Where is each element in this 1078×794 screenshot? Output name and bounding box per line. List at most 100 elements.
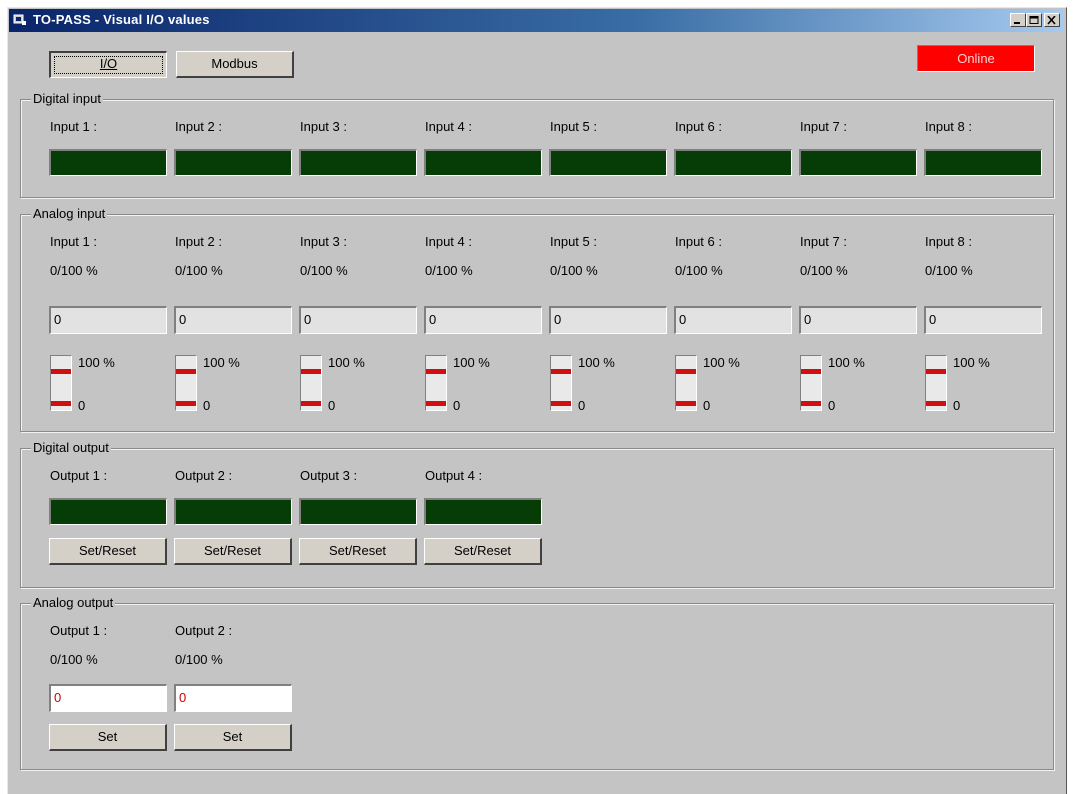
analog-input-value: 0 xyxy=(674,306,792,334)
analog-input-label: Input 3 : xyxy=(300,234,347,249)
close-button[interactable] xyxy=(1044,13,1060,27)
gauge-min-label: 0 xyxy=(953,398,961,413)
window-title: TO-PASS - Visual I/O values xyxy=(33,12,210,27)
analog-output-range: 0/100 % xyxy=(50,652,98,667)
digital-input-label: Input 8 : xyxy=(925,119,972,134)
gauge-max-marker xyxy=(51,369,71,374)
digital-input-label: Input 6 : xyxy=(675,119,722,134)
maximize-icon xyxy=(1029,16,1039,24)
analog-input-range: 0/100 % xyxy=(175,263,223,278)
analog-input-value: 0 xyxy=(549,306,667,334)
gauge-max-marker xyxy=(176,369,196,374)
analog-output-label: Output 1 : xyxy=(50,623,108,638)
gauge-min-marker xyxy=(801,401,821,406)
digital-output-label: Output 2 : xyxy=(175,468,233,483)
gauge-max-label: 100 % xyxy=(828,355,865,370)
gauge-max-marker xyxy=(426,369,446,374)
analog-input-range: 0/100 % xyxy=(675,263,723,278)
analog-input-label: Input 2 : xyxy=(175,234,222,249)
digital-input-label: Input 5 : xyxy=(550,119,597,134)
analog-input-gauge xyxy=(300,355,322,411)
gauge-min-marker xyxy=(551,401,571,406)
gauge-max-label: 100 % xyxy=(953,355,990,370)
digital-input-led xyxy=(174,149,292,176)
set-button[interactable]: Set xyxy=(49,724,167,751)
digital-output-led xyxy=(299,498,417,525)
close-icon xyxy=(1047,16,1056,25)
focus-rect xyxy=(54,56,163,74)
analog-input-range: 0/100 % xyxy=(425,263,473,278)
gauge-max-label: 100 % xyxy=(203,355,240,370)
analog-input-gauge xyxy=(800,355,822,411)
io-tab-button[interactable]: I/O xyxy=(49,51,167,78)
gauge-max-marker xyxy=(676,369,696,374)
gauge-min-label: 0 xyxy=(703,398,711,413)
analog-input-gauge xyxy=(925,355,947,411)
analog-output-input[interactable]: 0 xyxy=(49,684,167,712)
digital-input-led xyxy=(674,149,792,176)
set-button[interactable]: Set xyxy=(174,724,292,751)
digital-input-led xyxy=(299,149,417,176)
group-title: Digital input xyxy=(31,91,103,106)
analog-input-value: 0 xyxy=(299,306,417,334)
analog-input-gauge xyxy=(50,355,72,411)
gauge-max-marker xyxy=(926,369,946,374)
minimize-button[interactable] xyxy=(1010,13,1026,27)
digital-output-led xyxy=(49,498,167,525)
analog-input-label: Input 1 : xyxy=(50,234,97,249)
analog-input-range: 0/100 % xyxy=(50,263,98,278)
gauge-min-label: 0 xyxy=(328,398,336,413)
gauge-min-marker xyxy=(926,401,946,406)
gauge-min-label: 0 xyxy=(578,398,586,413)
digital-output-label: Output 1 : xyxy=(50,468,108,483)
gauge-min-label: 0 xyxy=(203,398,211,413)
digital-input-led xyxy=(924,149,1042,176)
digital-output-led xyxy=(424,498,542,525)
analog-output-label: Output 2 : xyxy=(175,623,233,638)
analog-input-label: Input 8 : xyxy=(925,234,972,249)
gauge-max-label: 100 % xyxy=(453,355,490,370)
analog-input-value: 0 xyxy=(49,306,167,334)
analog-input-gauge xyxy=(550,355,572,411)
set-reset-button[interactable]: Set/Reset xyxy=(174,538,292,565)
gauge-min-marker xyxy=(51,401,71,406)
group-title: Digital output xyxy=(31,440,111,455)
analog-input-value: 0 xyxy=(799,306,917,334)
group-title: Analog input xyxy=(31,206,108,221)
digital-input-led xyxy=(549,149,667,176)
title-bar[interactable]: TO-PASS - Visual I/O values xyxy=(9,9,1064,32)
window-app-icon[interactable] xyxy=(13,13,27,27)
analog-input-range: 0/100 % xyxy=(550,263,598,278)
analog-output-input[interactable]: 0 xyxy=(174,684,292,712)
set-reset-button[interactable]: Set/Reset xyxy=(299,538,417,565)
gauge-min-label: 0 xyxy=(78,398,86,413)
gauge-max-label: 100 % xyxy=(328,355,365,370)
set-reset-button[interactable]: Set/Reset xyxy=(424,538,542,565)
gauge-min-marker xyxy=(676,401,696,406)
set-reset-button[interactable]: Set/Reset xyxy=(49,538,167,565)
analog-input-label: Input 7 : xyxy=(800,234,847,249)
digital-input-led xyxy=(799,149,917,176)
analog-output-range: 0/100 % xyxy=(175,652,223,667)
digital-output-label: Output 3 : xyxy=(300,468,358,483)
gauge-max-marker xyxy=(801,369,821,374)
gauge-max-marker xyxy=(301,369,321,374)
analog-input-range: 0/100 % xyxy=(300,263,348,278)
analog-input-gauge xyxy=(675,355,697,411)
group-title: Analog output xyxy=(31,595,116,610)
analog-input-range: 0/100 % xyxy=(800,263,848,278)
analog-input-label: Input 5 : xyxy=(550,234,597,249)
minimize-icon xyxy=(1014,22,1020,24)
analog-input-value: 0 xyxy=(424,306,542,334)
gauge-min-label: 0 xyxy=(453,398,461,413)
maximize-button[interactable] xyxy=(1026,13,1042,27)
analog-input-label: Input 4 : xyxy=(425,234,472,249)
gauge-max-label: 100 % xyxy=(703,355,740,370)
gauge-min-label: 0 xyxy=(828,398,836,413)
digital-input-label: Input 1 : xyxy=(50,119,97,134)
modbus-tab-label: Modbus xyxy=(211,56,258,71)
analog-input-value: 0 xyxy=(174,306,292,334)
digital-input-label: Input 2 : xyxy=(175,119,222,134)
analog-input-value: 0 xyxy=(924,306,1042,334)
modbus-tab-button[interactable]: Modbus xyxy=(176,51,294,78)
